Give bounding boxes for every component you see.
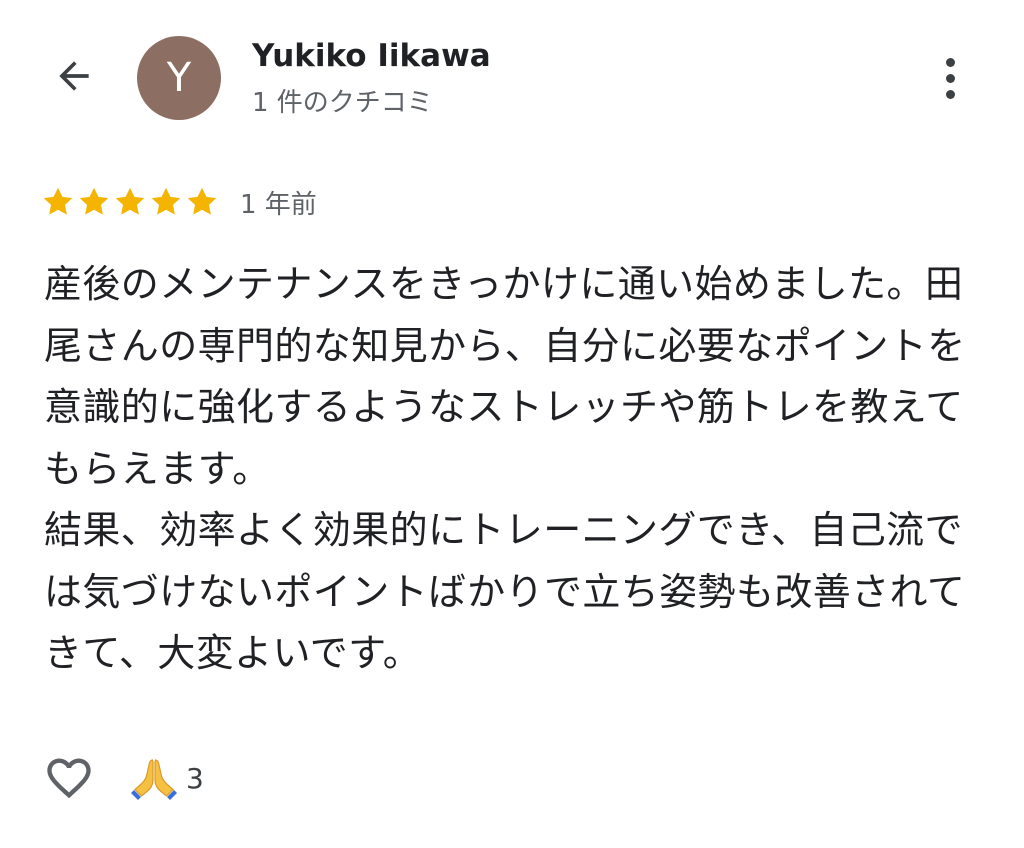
like-button[interactable] xyxy=(40,749,98,807)
folded-hands-icon xyxy=(131,759,177,800)
review-paragraph: 結果、効率よく効果的にトレーニングでき、自己流では気づけないポイントばかりで立ち… xyxy=(44,508,966,675)
heart-outline-icon xyxy=(47,758,91,799)
arrow-back-icon xyxy=(59,61,89,91)
star-rating xyxy=(40,184,220,220)
more-vert-icon xyxy=(945,57,955,67)
back-button[interactable] xyxy=(44,46,104,106)
star-icon xyxy=(151,187,181,215)
star-icon xyxy=(43,187,73,215)
user-name[interactable]: Yukiko Iikawa xyxy=(252,38,491,74)
reaction-count: 3 xyxy=(186,761,204,795)
review-text: 産後のメンテナンスをきっかけに通い始めました。田尾さんの専門的な知見から、自分に… xyxy=(44,254,974,685)
star-icon xyxy=(187,187,217,215)
star-icon xyxy=(115,187,145,215)
review-actions: 3 xyxy=(40,748,204,808)
more-vert-icon-dot xyxy=(945,73,955,83)
review-count: 1 件のクチコミ xyxy=(252,88,433,118)
avatar[interactable]: Y xyxy=(137,36,221,120)
reaction-chip[interactable]: 3 xyxy=(130,754,204,802)
star-icon xyxy=(79,187,109,215)
rating-row: 1 年前 xyxy=(40,182,317,222)
review-time: 1 年前 xyxy=(240,189,317,220)
avatar-initial: Y xyxy=(166,55,192,101)
more-options-button[interactable] xyxy=(928,50,972,106)
more-vert-icon-dot xyxy=(945,89,955,99)
review-paragraph: 産後のメンテナンスをきっかけに通い始めました。田尾さんの専門的な知見から、自分に… xyxy=(44,262,966,491)
review-header: Y Yukiko Iikawa 1 件のクチコミ xyxy=(0,0,1024,160)
